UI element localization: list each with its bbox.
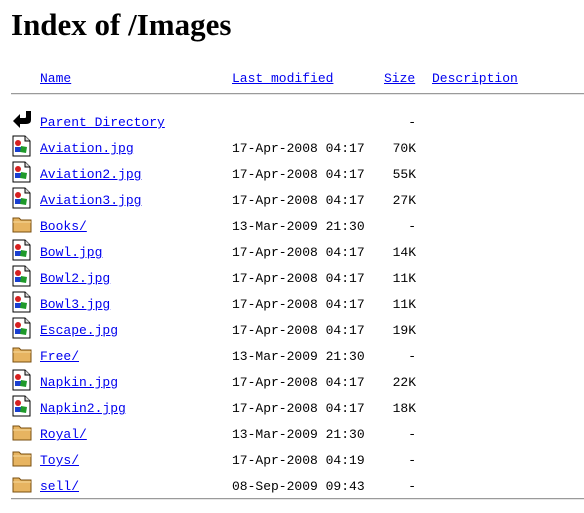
file-link[interactable]: Aviation.jpg — [40, 141, 134, 157]
file-link[interactable]: Bowl2.jpg — [40, 271, 110, 287]
size-cell: - — [408, 427, 416, 442]
size-cell: 22K — [392, 375, 416, 390]
listing-row: Aviation.jpg 17-Apr-2008 04:17 70K — [0, 135, 584, 161]
last-modified-cell: 17-Apr-2008 04:17 — [232, 375, 365, 390]
last-modified-cell: 17-Apr-2008 04:17 — [232, 193, 365, 208]
listing-row: Escape.jpg 17-Apr-2008 04:17 19K — [0, 317, 584, 343]
folder-icon — [12, 421, 32, 443]
folder-link[interactable]: Royal/ — [40, 427, 87, 443]
image-file-icon — [12, 317, 32, 339]
file-link[interactable]: Bowl.jpg — [40, 245, 102, 261]
sort-by-name-link[interactable]: Name — [40, 71, 71, 87]
parent-size: - — [408, 115, 416, 130]
last-modified-cell: 17-Apr-2008 04:17 — [232, 167, 365, 182]
folder-icon — [12, 447, 32, 469]
size-cell: 70K — [392, 141, 416, 156]
file-link[interactable]: Escape.jpg — [40, 323, 118, 339]
folder-link[interactable]: Free/ — [40, 349, 79, 365]
footer-rule — [11, 498, 584, 500]
image-file-icon — [12, 265, 32, 287]
image-file-icon — [12, 369, 32, 391]
last-modified-cell: 13-Mar-2009 21:30 — [232, 427, 365, 442]
listing-row: Aviation2.jpg 17-Apr-2008 04:17 55K — [0, 161, 584, 187]
back-icon — [12, 109, 32, 131]
last-modified-cell: 08-Sep-2009 09:43 — [232, 479, 365, 494]
folder-icon — [12, 343, 32, 365]
listing-row: Toys/17-Apr-2008 04:19 - — [0, 447, 584, 473]
size-cell: - — [408, 453, 416, 468]
listing-row: Napkin.jpg 17-Apr-2008 04:17 22K — [0, 369, 584, 395]
folder-link[interactable]: Toys/ — [40, 453, 79, 469]
listing-row: Bowl.jpg 17-Apr-2008 04:17 14K — [0, 239, 584, 265]
size-cell: - — [408, 479, 416, 494]
size-cell: 11K — [392, 297, 416, 312]
header-rule — [11, 93, 584, 95]
parent-directory-row: Parent Directory - — [0, 109, 584, 135]
file-link[interactable]: Bowl3.jpg — [40, 297, 110, 313]
folder-link[interactable]: sell/ — [40, 479, 79, 495]
last-modified-cell: 17-Apr-2008 04:17 — [232, 141, 365, 156]
last-modified-cell: 13-Mar-2009 21:30 — [232, 219, 365, 234]
listing-row: sell/08-Sep-2009 09:43 - — [0, 473, 584, 499]
sort-by-description-link[interactable]: Description — [432, 71, 518, 87]
file-link[interactable]: Aviation3.jpg — [40, 193, 141, 209]
last-modified-cell: 17-Apr-2008 04:17 — [232, 297, 365, 312]
sort-by-last-modified-link[interactable]: Last modified — [232, 71, 333, 87]
image-file-icon — [12, 187, 32, 209]
page-title: Index of /Images — [11, 7, 232, 42]
image-file-icon — [12, 161, 32, 183]
size-cell: 11K — [392, 271, 416, 286]
size-cell: 18K — [392, 401, 416, 416]
image-file-icon — [12, 395, 32, 417]
image-file-icon — [12, 239, 32, 261]
listing-row: Napkin2.jpg 17-Apr-2008 04:17 18K — [0, 395, 584, 421]
file-link[interactable]: Napkin.jpg — [40, 375, 118, 391]
last-modified-cell: 17-Apr-2008 04:17 — [232, 401, 365, 416]
parent-directory-link[interactable]: Parent Directory — [40, 115, 165, 131]
listing-row: Bowl3.jpg 17-Apr-2008 04:17 11K — [0, 291, 584, 317]
last-modified-cell: 13-Mar-2009 21:30 — [232, 349, 365, 364]
folder-icon — [12, 213, 32, 235]
last-modified-cell: 17-Apr-2008 04:17 — [232, 323, 365, 338]
image-file-icon — [12, 291, 32, 313]
folder-link[interactable]: Books/ — [40, 219, 87, 235]
size-cell: - — [408, 349, 416, 364]
file-link[interactable]: Aviation2.jpg — [40, 167, 141, 183]
last-modified-cell: 17-Apr-2008 04:19 — [232, 453, 365, 468]
listing-row: Books/13-Mar-2009 21:30 - — [0, 213, 584, 239]
size-cell: 19K — [392, 323, 416, 338]
last-modified-cell: 17-Apr-2008 04:17 — [232, 245, 365, 260]
listing-row: Aviation3.jpg 17-Apr-2008 04:17 27K — [0, 187, 584, 213]
size-cell: - — [408, 219, 416, 234]
size-cell: 55K — [392, 167, 416, 182]
size-cell: 27K — [392, 193, 416, 208]
file-link[interactable]: Napkin2.jpg — [40, 401, 126, 417]
image-file-icon — [12, 135, 32, 157]
folder-icon — [12, 473, 32, 495]
listing-row: Bowl2.jpg 17-Apr-2008 04:17 11K — [0, 265, 584, 291]
listing-row: Free/13-Mar-2009 21:30 - — [0, 343, 584, 369]
last-modified-cell: 17-Apr-2008 04:17 — [232, 271, 365, 286]
sort-by-size-link[interactable]: Size — [384, 71, 415, 87]
listing-row: Royal/13-Mar-2009 21:30 - — [0, 421, 584, 447]
size-cell: 14K — [392, 245, 416, 260]
